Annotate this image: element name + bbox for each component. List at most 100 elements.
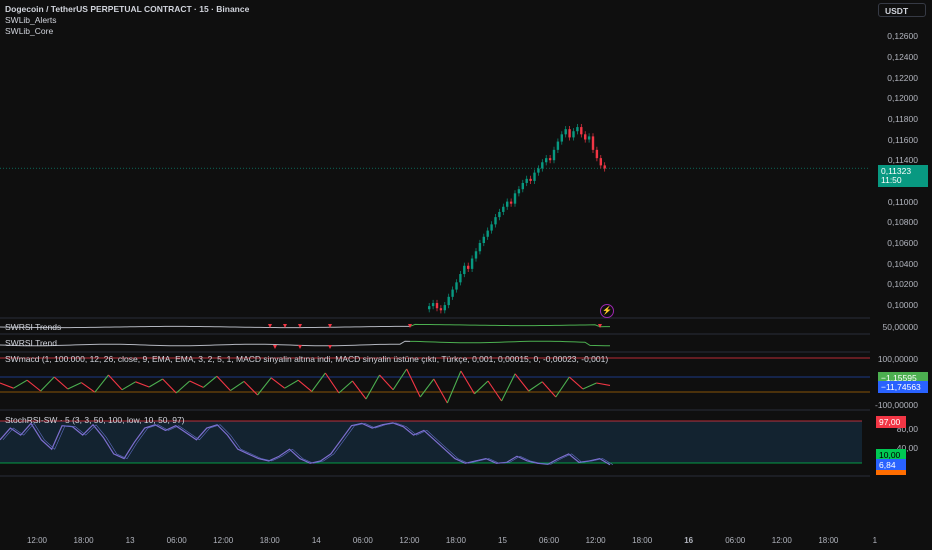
indicator-swlib-alerts[interactable]: SWLib_Alerts: [5, 15, 249, 26]
macd-line: [189, 380, 204, 388]
candle: [584, 134, 587, 140]
macd-line: [230, 380, 245, 392]
swrsi-trend-label[interactable]: SWRSI Trend: [5, 338, 57, 349]
price-axis-label: 0,10800: [887, 217, 918, 227]
candle: [537, 168, 540, 173]
swrsi-axis-label: 50,00000: [882, 322, 918, 332]
candle: [451, 289, 454, 297]
swrsi-trends-line-green: [409, 323, 611, 328]
price-axis-label: 0,12400: [887, 52, 918, 62]
time-axis-label: 18:00: [259, 536, 280, 545]
price-axis-label: 0,10200: [887, 279, 918, 289]
macd-line: [53, 376, 69, 390]
candle: [439, 308, 443, 311]
candle: [509, 201, 513, 204]
candle: [490, 224, 493, 231]
candle: [572, 131, 575, 138]
macd-line: [0, 382, 14, 389]
time-axis-label: 12:00: [585, 536, 606, 545]
time-axis-label: 14: [311, 536, 321, 545]
symbol-title: Dogecoin / TetherUS PERPETUAL CONTRACT ·…: [5, 4, 250, 14]
macd-line: [297, 379, 313, 392]
price-axis-label: 0,10600: [887, 238, 918, 248]
macd-line: [528, 381, 543, 392]
time-axis-label: 06:00: [725, 536, 746, 545]
candle: [478, 243, 482, 252]
macd-line: [338, 380, 353, 394]
macd-line: [40, 376, 55, 392]
price-axis-label: 0,12200: [887, 73, 918, 83]
time-axis-label: 12:00: [26, 536, 48, 545]
candle: [556, 141, 560, 150]
time-axis-label: 18:00: [818, 536, 839, 545]
candle: [587, 136, 591, 140]
macd-value-2: −11,74563: [878, 381, 928, 393]
macd-line: [596, 382, 611, 386]
macd-line: [202, 375, 218, 388]
candle: [470, 258, 474, 269]
macd-line: [243, 381, 258, 396]
macd-line: [487, 380, 503, 402]
macd-line: [392, 368, 408, 391]
indicator-swlib-core[interactable]: SWLib_Core: [5, 26, 249, 37]
candle: [576, 127, 579, 132]
stoch-band: [0, 421, 862, 463]
candle: [599, 158, 602, 166]
macd-line: [514, 373, 530, 392]
candle: [482, 236, 485, 243]
macd-line: [433, 378, 448, 404]
macd-line: [582, 382, 597, 390]
candle: [564, 129, 567, 135]
candle: [541, 162, 544, 169]
candle: [447, 296, 450, 306]
lightning-icon[interactable]: ⚡: [600, 304, 614, 318]
macd-line: [406, 368, 421, 398]
swrsi-trend-line-green: [409, 340, 611, 347]
currency-button[interactable]: USDT: [878, 3, 926, 17]
macd-line: [270, 377, 286, 389]
candle: [435, 303, 439, 309]
macd-label[interactable]: SWmacd (1, 100.000, 12, 26, close, 9, EM…: [5, 354, 608, 365]
stoch-upper-tag: 97,00: [876, 416, 906, 428]
macd-line: [352, 380, 367, 400]
candle: [552, 149, 556, 161]
macd-line: [121, 381, 136, 391]
macd-line: [501, 373, 516, 402]
macd-line: [541, 381, 557, 398]
sell-signal-marker: [298, 345, 302, 349]
macd-line: [67, 382, 82, 390]
stoch-label[interactable]: StochRSI-SW · 5 (3, 3, 50, 100, low, 10,…: [5, 415, 185, 426]
macd-line: [419, 378, 435, 398]
macd-line: [135, 381, 150, 388]
macd-line: [26, 379, 42, 392]
sell-signal-marker: [273, 345, 277, 349]
candle: [443, 305, 446, 311]
candle: [603, 165, 606, 169]
macd-line: [162, 378, 177, 394]
candle: [455, 282, 458, 290]
chart-canvas[interactable]: [0, 0, 932, 550]
macd-line: [175, 380, 191, 394]
candle: [525, 178, 528, 183]
candle: [517, 189, 521, 194]
candle: [533, 172, 536, 181]
time-axis-label: 06:00: [166, 536, 187, 545]
candle: [431, 303, 435, 307]
time-axis-label: 12:00: [399, 536, 420, 545]
candle: [568, 129, 571, 138]
price-axis-label: 0,12600: [887, 31, 918, 41]
candle: [463, 265, 466, 275]
price-axis-label: 0,12000: [887, 93, 918, 103]
candle: [521, 182, 524, 190]
time-axis-label: 16: [684, 536, 694, 545]
candle: [498, 211, 501, 218]
swrsi-trends-label[interactable]: SWRSI Trends: [5, 322, 61, 333]
price-axis-label: 0,11000: [887, 197, 918, 207]
candle: [502, 206, 505, 212]
price-axis-label: 0,11800: [887, 114, 918, 124]
price-axis-label: 0,11400: [887, 155, 918, 165]
time-axis-label: 12:00: [213, 536, 234, 545]
candle: [560, 134, 563, 142]
macd-line: [555, 376, 570, 398]
candle: [591, 136, 595, 150]
